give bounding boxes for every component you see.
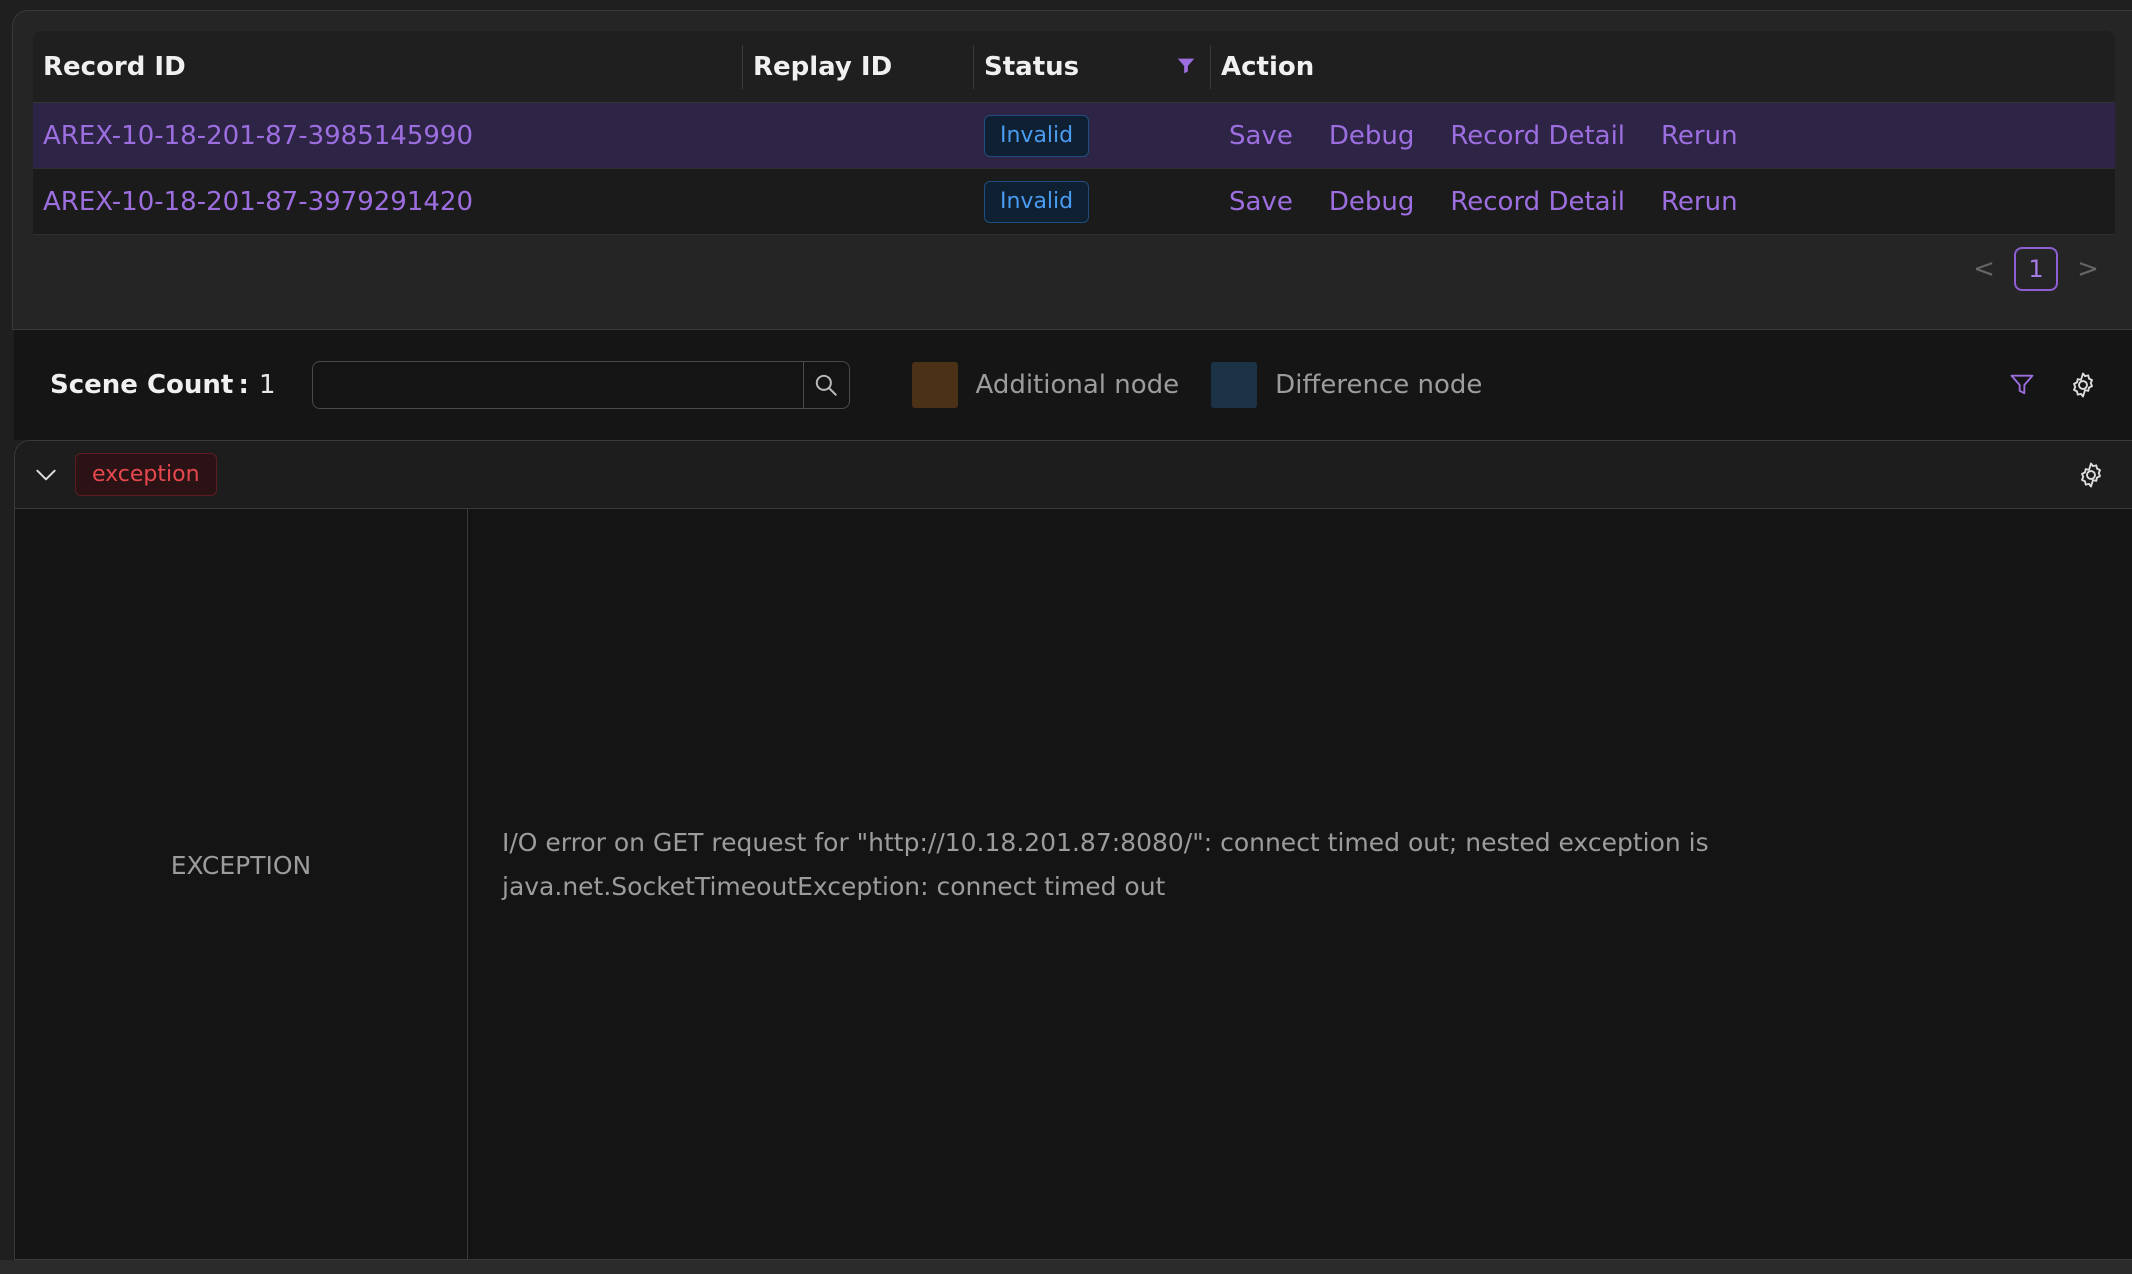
exception-category-label: EXCEPTION [15,509,468,1259]
status-filter-icon[interactable] [1175,55,1197,77]
exception-tag: exception [75,453,217,496]
record-id-link[interactable]: AREX-10-18-201-87-3985145990 [33,121,743,151]
node-legend: Additional node Difference node [911,362,1515,408]
rerun-link[interactable]: Rerun [1661,187,1738,217]
scene-body: EXCEPTION I/O error on GET request for "… [15,509,2132,1259]
table-row[interactable]: AREX-10-18-201-87-3985145990 Invalid Sav… [33,103,2115,169]
scene-count-label: Scene Count : [50,370,249,400]
pagination: < 1 > [1972,247,2100,291]
scene-search-input[interactable] [311,361,804,409]
chevron-down-icon[interactable] [33,462,59,488]
bottom-scrollbar [0,1260,2132,1274]
column-header-replay-id: Replay ID [743,31,974,102]
toolbar-icons [2008,370,2098,400]
status-cell: Invalid [974,180,1211,223]
exception-message: I/O error on GET request for "http://10.… [502,828,1709,901]
search-button[interactable] [803,361,850,409]
column-header-action: Action [1221,51,1315,82]
scene-count-value: 1 [258,370,276,400]
records-panel: Record ID Replay ID Status Action AREX-1… [12,10,2132,330]
scene-search [311,361,850,409]
column-header-record-id: Record ID [33,31,743,102]
save-link[interactable]: Save [1229,187,1293,217]
additional-node-label: Additional node [975,370,1180,400]
debug-link[interactable]: Debug [1329,187,1415,217]
rerun-link[interactable]: Rerun [1661,121,1738,151]
filter-icon[interactable] [2008,371,2036,399]
record-detail-link[interactable]: Record Detail [1450,121,1625,151]
column-header-status: Status [974,31,1211,102]
column-header-status-label: Status [984,51,1080,82]
debug-link[interactable]: Debug [1329,121,1415,151]
status-badge: Invalid [984,180,1090,223]
record-detail-link[interactable]: Record Detail [1450,187,1625,217]
scene-header[interactable]: exception [15,441,2132,509]
prev-page-button[interactable]: < [1972,254,1996,284]
status-badge: Invalid [984,114,1090,157]
action-cell: Save Debug Record Detail Rerun [1211,121,2115,151]
save-link[interactable]: Save [1229,121,1293,151]
table-header: Record ID Replay ID Status Action [33,31,2115,103]
scene-toolbar: Scene Count : 1 Additional node Differen… [14,330,2132,440]
action-cell: Save Debug Record Detail Rerun [1211,187,2115,217]
records-table: Record ID Replay ID Status Action AREX-1… [33,31,2115,235]
record-id-link[interactable]: AREX-10-18-201-87-3979291420 [33,187,743,217]
difference-node-swatch [1211,362,1258,408]
additional-node-swatch [911,362,958,408]
search-icon [815,374,837,396]
scene-settings-gear-icon[interactable] [2076,460,2106,490]
status-cell: Invalid [974,114,1211,157]
table-row[interactable]: AREX-10-18-201-87-3979291420 Invalid Sav… [33,169,2115,235]
difference-node-label: Difference node [1275,370,1483,400]
scene-panel: exception EXCEPTION I/O error on GET req… [14,440,2132,1260]
next-page-button[interactable]: > [2076,254,2100,284]
page-1-button[interactable]: 1 [2014,247,2058,291]
gear-icon[interactable] [2068,370,2098,400]
